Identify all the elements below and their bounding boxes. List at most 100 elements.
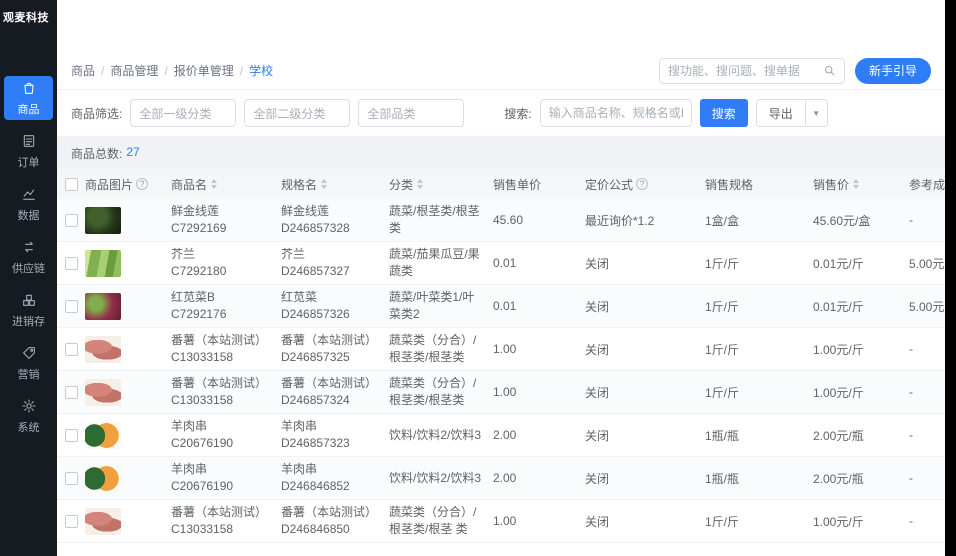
pricing-formula-cell: 关闭 [585,514,610,529]
row-checkbox[interactable] [64,428,78,442]
spec-name-cell: 番薯（本站测试） D246846850 [281,504,389,539]
level2-category-select[interactable]: 全部二级分类 [244,99,351,127]
goods-image-cell [85,464,171,492]
sidebar-item-label: 营销 [17,368,40,381]
search-button[interactable]: 搜索 [699,99,748,127]
category-cell: 蔬菜类（分合）/根茎类/根茎类 [389,376,477,407]
row-checkbox[interactable] [64,385,78,399]
spec-name: 羊肉串 [281,418,318,433]
summary-row: 商品总数: 27 [57,136,945,169]
goods-name-cell: 芥兰 C7292180 [171,246,281,281]
spec-name: 番薯（本站测试） [281,332,378,347]
sale-spec-cell: 1斤/斤 [705,256,740,271]
row-checkbox-cell [57,342,85,356]
row-checkbox[interactable] [64,342,78,356]
goods-thumbnail[interactable] [85,249,121,277]
sidebar-item-goods[interactable]: 商品 [4,76,53,120]
goods-thumbnail[interactable] [85,335,121,363]
beginner-guide-button[interactable]: 新手引导 [854,57,931,84]
row-checkbox[interactable] [64,471,78,485]
pricing-formula-cell: 最近询价*1.2 [585,213,655,228]
goods-name-cell: 番薯（本站测试） C13033158 [171,375,281,410]
ref-cost-cell: - [909,385,913,399]
goods-name: 红苋菜B [171,289,216,304]
unit-price-cell: 0.01 [493,256,517,270]
goods-thumbnail[interactable] [85,292,121,320]
goods-thumbnail[interactable] [85,378,121,406]
product-category-select[interactable]: 全部品类 [358,99,465,127]
col-header-unit-price: 销售单价 [493,177,542,192]
category-cell: 蔬菜/根茎类/根茎类 [389,204,480,235]
sale-price-cell: 2.00元/瓶 [813,428,864,443]
goods-name: 羊肉串 [171,418,208,433]
sale-price-cell: 1.00元/斤 [813,342,864,357]
col-header-pricing-formula: 定价公式? [585,176,705,193]
export-button[interactable]: 导出 [757,100,805,126]
app-root: 观麦科技 商品 订单 数据 供应链 进销存 营销 系统 商品 / 商品管理 / … [0,0,956,556]
sidebar: 观麦科技 商品 订单 数据 供应链 进销存 营销 系统 [0,0,57,556]
sort-icon[interactable] [321,179,328,189]
sidebar-item-label: 商品 [17,103,40,116]
goods-thumbnail[interactable] [85,464,121,492]
row-checkbox-cell [57,213,85,227]
level1-category-select[interactable]: 全部一级分类 [130,99,237,127]
table-row: 红苋菜B C7292176 红苋菜 D246857326 蔬菜/叶菜类1/叶菜类… [57,285,945,328]
goods-name: 芥兰 [171,246,196,261]
breadcrumb-quotation-management[interactable]: 报价单管理 [174,62,234,79]
goods-name-cell: 羊肉串 C20676190 [171,461,281,496]
goods-name: 番薯（本站测试） [171,332,268,347]
goods-thumbnail[interactable] [85,206,121,234]
image-help-icon[interactable]: ? [136,178,149,190]
goods-thumbnail[interactable] [85,507,121,535]
brand-logo: 观麦科技 [3,12,49,24]
export-dropdown-caret-icon[interactable]: ▼ [804,100,827,126]
sidebar-item-data[interactable]: 数据 [4,182,53,226]
sale-spec-cell: 1瓶/瓶 [705,428,740,443]
sort-icon[interactable] [853,179,860,189]
goods-code: C7292169 [171,221,227,235]
goods-image-cell [85,249,171,277]
keyword-search-input[interactable] [539,99,692,127]
breadcrumb-separator: / [101,63,105,78]
goods-name-cell: 番薯（本站测试） C13033158 [171,504,281,539]
col-header-image: 商品图片? [85,176,171,193]
table-header-row: 商品图片? 商品名 规格名 分类 销售单价 定价公式? 销售规格 销售价 参考成 [57,169,945,199]
select-all-checkbox[interactable] [64,177,78,191]
ref-cost-cell: - [909,471,913,485]
sort-icon[interactable] [417,179,424,189]
system-gear-icon [21,398,37,417]
row-checkbox[interactable] [64,514,78,528]
sidebar-item-marketing[interactable]: 营销 [4,341,53,385]
category-cell: 蔬菜/叶菜类1/叶菜类2 [389,290,475,321]
goods-name: 番薯（本站测试） [171,504,268,519]
total-count-value: 27 [126,145,140,159]
row-checkbox[interactable] [64,256,78,270]
sale-spec-cell: 1盒/盒 [705,213,740,228]
sidebar-item-inventory[interactable]: 进销存 [4,288,53,332]
sort-icon[interactable] [211,179,218,189]
breadcrumb-goods-management[interactable]: 商品管理 [110,62,158,79]
row-checkbox[interactable] [64,299,78,313]
filterbar: 商品筛选: 全部一级分类 全部二级分类 全部品类 搜索: 搜索 导出 ▼ [57,90,945,136]
row-checkbox-cell [57,299,85,313]
row-checkbox[interactable] [64,213,78,227]
sidebar-item-supply-chain[interactable]: 供应链 [4,235,53,279]
spec-name: 羊肉串 [281,461,318,476]
row-checkbox-cell [57,385,85,399]
breadcrumb-goods[interactable]: 商品 [71,62,95,79]
orders-icon [21,133,37,152]
sidebar-item-system[interactable]: 系统 [4,394,53,438]
goods-name: 鲜金线莲 [171,203,220,218]
unit-price-cell: 2.00 [493,428,517,442]
filter-label: 商品筛选: [71,106,123,121]
sale-price-cell: 1.00元/斤 [813,514,864,529]
unit-price-cell: 1.00 [493,385,517,399]
spec-name-cell: 羊肉串 D246846852 [281,461,389,496]
global-search-input[interactable] [667,63,823,78]
goods-code: C20676190 [171,479,234,493]
sidebar-item-orders[interactable]: 订单 [4,129,53,173]
pricing-formula-cell: 关闭 [585,342,610,357]
search-icon [823,64,836,77]
goods-thumbnail[interactable] [85,421,121,449]
formula-help-icon[interactable]: ? [636,178,649,190]
